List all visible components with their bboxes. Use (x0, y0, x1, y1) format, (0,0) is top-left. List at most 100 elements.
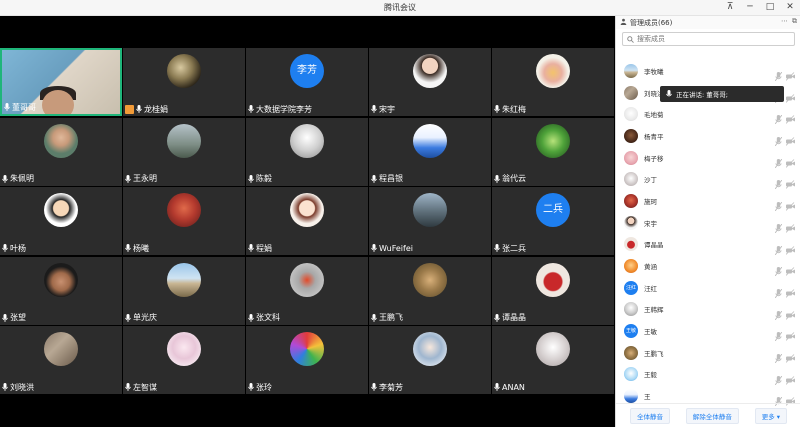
video-tile[interactable]: 张文科 (246, 256, 368, 325)
camera-off-icon[interactable] (785, 66, 795, 81)
video-tile[interactable]: 董哥哥 (0, 48, 122, 116)
video-tile[interactable]: 宋宇 (369, 48, 491, 116)
member-row[interactable]: 杨青平 (616, 125, 800, 147)
camera-off-icon[interactable] (785, 305, 795, 320)
participant-label: 王鹏飞 (371, 313, 403, 323)
mic-muted-icon[interactable] (774, 66, 783, 82)
video-tile[interactable]: 朱红梅 (492, 48, 614, 116)
video-tile[interactable]: 程娟 (246, 187, 368, 255)
mic-muted-icon[interactable] (774, 370, 783, 385)
avatar (44, 193, 78, 227)
more-button[interactable]: 更多 ▾ (754, 407, 788, 424)
participant-name: 程娟 (256, 243, 272, 253)
member-name: 谭晶晶 (644, 241, 664, 250)
panel-title: 管理成员(66) (630, 18, 673, 27)
member-avatar (624, 345, 638, 360)
mute-all-button[interactable]: 全体静音 (629, 407, 670, 424)
video-tile[interactable]: 陈毅 (246, 117, 368, 186)
video-tile[interactable]: 程昌银 (369, 117, 491, 186)
video-tile[interactable]: 王永明 (123, 117, 245, 186)
video-tile[interactable]: 谭晶晶 (492, 256, 614, 325)
mic-muted-icon[interactable] (774, 240, 783, 255)
avatar: 二兵 (536, 193, 570, 227)
member-name: 黄涵 (644, 263, 657, 272)
mic-muted-icon[interactable] (774, 391, 783, 407)
camera-off-icon[interactable] (785, 261, 795, 276)
camera-off-icon[interactable] (785, 218, 795, 233)
video-tile[interactable]: WuFeifei (369, 187, 491, 255)
video-tile[interactable]: 二兵 张二兵 (492, 187, 614, 255)
maximize-icon[interactable]: □ (764, 1, 776, 13)
member-row[interactable]: 王毅 (616, 364, 800, 386)
close-icon[interactable]: ✕ (784, 1, 796, 13)
video-tile[interactable]: ANAN (492, 326, 614, 394)
minimize-icon[interactable]: ─ (744, 1, 756, 13)
member-row[interactable]: 汪红 汪红 (616, 277, 800, 299)
camera-off-icon[interactable] (785, 196, 795, 211)
member-row[interactable]: 李牧曦 (616, 60, 800, 82)
member-row[interactable]: 王敏 王敏 (616, 320, 800, 342)
member-row[interactable]: 王韩辉 (616, 299, 800, 321)
mic-muted-icon[interactable] (774, 109, 783, 125)
video-tile[interactable]: 李菊芳 (369, 326, 491, 394)
camera-off-icon[interactable] (785, 326, 795, 342)
search-input[interactable] (637, 35, 787, 43)
video-tile[interactable]: 李芳 大数据学院李芳 (246, 48, 368, 116)
mic-icon (494, 105, 500, 113)
camera-off-icon[interactable] (785, 391, 795, 407)
mic-muted-icon[interactable] (774, 153, 783, 169)
video-tile[interactable]: 翁代云 (492, 117, 614, 186)
mic-muted-icon[interactable] (774, 326, 783, 342)
camera-off-icon[interactable] (785, 240, 795, 255)
camera-off-icon[interactable] (785, 348, 795, 363)
video-tile[interactable]: 叶杨 (0, 187, 122, 255)
mic-muted-icon[interactable] (774, 218, 783, 234)
member-row[interactable]: 梅子移 (616, 147, 800, 169)
video-tile[interactable]: 刘晓洪 (0, 326, 122, 394)
more-options-icon[interactable]: ⋯ (781, 17, 788, 26)
mic-icon (248, 174, 254, 183)
camera-off-icon[interactable] (785, 109, 795, 125)
mic-muted-icon[interactable] (774, 348, 783, 364)
video-tile[interactable]: 杨曦 (123, 187, 245, 255)
mic-icon (494, 244, 500, 252)
mic-muted-icon[interactable] (774, 131, 783, 147)
mic-muted-icon[interactable] (774, 283, 783, 299)
unmute-all-button[interactable]: 解除全体静音 (685, 407, 739, 424)
member-row[interactable]: 施珂 (616, 190, 800, 212)
mic-muted-icon[interactable] (774, 305, 783, 320)
avatar (290, 123, 324, 158)
avatar: 李芳 (290, 54, 324, 88)
pin-icon[interactable]: ⊼ (724, 1, 736, 13)
member-row[interactable]: 谭晶晶 (616, 234, 800, 256)
mic-muted-icon[interactable] (774, 174, 783, 190)
mic-muted-icon[interactable] (774, 196, 783, 212)
member-name: 汪红 (644, 284, 657, 293)
camera-off-icon[interactable] (785, 88, 795, 103)
member-row[interactable]: 宋宇 (616, 212, 800, 234)
video-tile[interactable]: 朱佩明 (0, 117, 122, 186)
camera-off-icon[interactable] (785, 174, 795, 190)
video-tile[interactable]: 单光庆 (123, 256, 245, 325)
video-tile[interactable]: 张玲 (246, 326, 368, 394)
video-tile[interactable]: 龙桂娟 (123, 48, 245, 116)
member-row[interactable]: 黄涵 (616, 255, 800, 277)
member-name: 王韩辉 (644, 306, 664, 315)
camera-off-icon[interactable] (785, 131, 795, 146)
video-tile[interactable]: 左智谋 (123, 326, 245, 394)
member-avatar: 汪红 (624, 280, 638, 295)
mic-muted-icon[interactable] (774, 261, 783, 277)
camera-off-icon[interactable] (785, 153, 795, 168)
popout-icon[interactable]: ⧉ (792, 17, 797, 26)
member-controls (774, 196, 795, 212)
video-tile[interactable]: 王鹏飞 (369, 256, 491, 325)
participant-label: 宋宇 (371, 104, 395, 114)
member-row[interactable]: 沙丁 (616, 168, 800, 190)
camera-off-icon[interactable] (785, 370, 795, 385)
member-row[interactable]: 王鹏飞 (616, 342, 800, 364)
member-search[interactable] (622, 32, 795, 46)
camera-off-icon[interactable] (785, 283, 795, 298)
video-tile[interactable]: 张望 (0, 256, 122, 325)
avatar (536, 262, 570, 297)
member-row[interactable]: 毛地菊 (616, 103, 800, 125)
